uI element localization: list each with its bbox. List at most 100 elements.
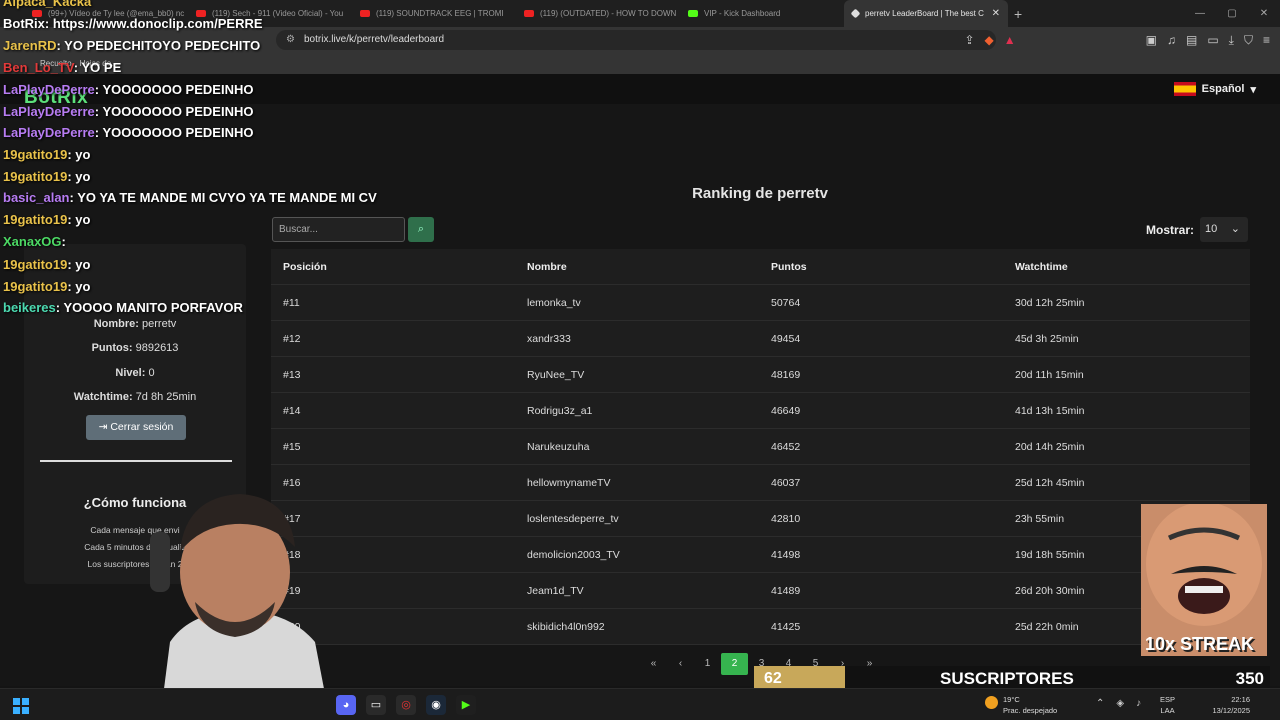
sidebar-toggle-icon[interactable]: ▣ [1146, 33, 1157, 47]
table-row: #11 lemonka_tv 50764 30d 12h 25min [271, 285, 1250, 321]
browser-tab-active[interactable]: perretv LeaderBoard | The best C ✕ [844, 0, 1008, 27]
youtube-icon [524, 10, 534, 17]
chat-text: : yo [67, 147, 91, 162]
name-cell: lemonka_tv [527, 297, 581, 309]
chat-message: 19gatito19: yo [3, 257, 90, 272]
kick-app-icon[interactable]: ▶ [456, 695, 476, 715]
chat-username: 19gatito19 [3, 169, 68, 184]
windows-start-icon[interactable] [13, 698, 29, 714]
share-icon[interactable]: ⇪ [964, 33, 974, 47]
weather-widget[interactable]: 19°C Prac. despejado [985, 694, 1057, 716]
chat-message: JarenRD: YO PEDECHITOYO PEDECHITO [3, 38, 260, 53]
column-header[interactable]: Nombre [527, 249, 567, 285]
table-row: #20skibidich4l0n9924142525d 22h 0min [271, 609, 1250, 645]
first-page-icon[interactable]: « [640, 653, 667, 675]
watchtime-cell: 19d 18h 55min [1015, 549, 1085, 561]
rewards-icon[interactable]: ▲ [1004, 33, 1016, 47]
page-link[interactable]: 1 [694, 653, 721, 675]
discord-icon[interactable]: ◕ [336, 695, 356, 715]
chat-username: basic_alan [3, 190, 70, 205]
points-cell: 41425 [771, 621, 801, 633]
search-button[interactable]: ⌕ [408, 217, 434, 242]
logout-icon: ⇥ [98, 421, 108, 433]
chat-message: 19gatito19: yo [3, 147, 90, 162]
chat-username: JarenRD [3, 38, 57, 53]
name-cell: demolicion2003_TV [527, 549, 620, 561]
points-cell: 46037 [771, 477, 801, 489]
page-link-current[interactable]: 2 [721, 653, 748, 675]
watchtime-cell: 25d 12h 45min [1015, 477, 1085, 489]
reader-icon[interactable]: ▤ [1186, 33, 1197, 47]
points-cell: 46452 [771, 441, 801, 453]
language-selector[interactable]: Español ▾ [1173, 82, 1256, 96]
prev-page-icon[interactable]: ‹ [667, 653, 694, 675]
chat-text: : YO PEDECHITOYO PEDECHITO [56, 38, 261, 53]
toolbar-icons: ⇪ ◆ ▲ ▣ ♫ ▤ ▭ ⤓ ⛉ ≡ [964, 27, 1270, 53]
new-tab-icon[interactable]: + [1014, 6, 1022, 22]
rank-cell: #12 [283, 333, 301, 345]
botrix-icon [850, 8, 861, 19]
chevron-up-icon[interactable]: ⌃ [1096, 698, 1104, 709]
streamer-webcam [150, 494, 330, 720]
kick-icon [688, 10, 698, 17]
chat-message: 19gatito19: yo [3, 212, 90, 227]
chat-message: basic_alan: YO YA TE MANDE MI CVYO YA TE… [3, 190, 377, 205]
show-label: Mostrar: [1146, 223, 1195, 237]
table-row: #15 Narukeuzuha 46452 20d 14h 25min [271, 429, 1250, 465]
chat-username: LaPlayDePerre [3, 104, 95, 119]
chat-username: BotRix [3, 16, 45, 31]
mic-icon[interactable]: ♪ [1136, 698, 1141, 709]
vpn-icon[interactable]: ⛉ [1244, 33, 1253, 48]
watchtime-cell: 20d 11h 15min [1015, 369, 1084, 381]
chat-username: Alpaca_Kacka [3, 0, 92, 9]
chat-message: XanaxOG: [3, 234, 66, 249]
clock[interactable]: 22:16 13/12/2025 [1212, 694, 1250, 716]
close-tab-icon[interactable]: ✕ [992, 8, 1000, 19]
table-row: #13 RyuNee_TV 48169 20d 11h 15min [271, 357, 1250, 393]
chevron-down-icon: ⌄ [1230, 223, 1240, 235]
music-icon[interactable]: ♫ [1167, 33, 1176, 47]
table-header: Posición Nombre Puntos Watchtime [271, 249, 1250, 285]
watchtime-cell: 41d 13h 15min [1015, 405, 1085, 417]
browser-tab[interactable]: (119) (OUTDATED) - HOW TO DOWN [516, 0, 680, 27]
points-cell: 41498 [771, 549, 801, 561]
wallet-icon[interactable]: ▭ [1207, 33, 1218, 47]
chat-username: LaPlayDePerre [3, 125, 95, 140]
chat-message: 19gatito19: yo [3, 279, 90, 294]
spain-flag-icon [1173, 82, 1196, 96]
watchtime-row: Watchtime: 7d 8h 25min [73, 391, 197, 403]
terminal-icon[interactable]: ▭ [366, 695, 386, 715]
maximize-icon[interactable]: ▢ [1216, 0, 1248, 27]
browser-tab[interactable]: (119) SOUNDTRACK EEG | TROMI [352, 0, 516, 27]
clock-date: 13/12/2025 [1212, 706, 1250, 715]
brave-shield-icon[interactable]: ◆ [985, 33, 994, 47]
watchtime-cell: 25d 22h 0min [1015, 621, 1079, 633]
table-row: #14 Rodrigu3z_a1 46649 41d 13h 15min [271, 393, 1250, 429]
minimize-icon[interactable]: — [1184, 0, 1216, 27]
input-language[interactable]: ESP LAA [1160, 694, 1175, 716]
browser-tab[interactable]: VIP - Kick Dashboard [680, 0, 844, 27]
chat-username: 19gatito19 [3, 212, 68, 227]
youtube-icon [360, 10, 370, 17]
close-window-icon[interactable]: ✕ [1248, 0, 1280, 27]
window-controls: — ▢ ✕ [1184, 0, 1280, 27]
rank-cell: #14 [283, 405, 301, 417]
app-tray-icon[interactable]: ◈ [1116, 698, 1124, 709]
search-icon: ⌕ [417, 223, 425, 235]
table-row: #18 demolicion2003_TV 41498 19d 18h 55min [271, 537, 1250, 573]
keyboard-layout: LAA [1160, 706, 1175, 715]
obs-icon[interactable]: ◎ [396, 695, 416, 715]
logout-button[interactable]: ⇥ Cerrar sesión [86, 415, 186, 440]
column-header[interactable]: Watchtime [1015, 249, 1068, 285]
points-row: Puntos: 9892613 [91, 342, 179, 354]
column-header[interactable]: Puntos [771, 249, 807, 285]
download-icon[interactable]: ⤓ [1229, 33, 1234, 48]
tab-title: perretv LeaderBoard | The best C [865, 9, 984, 18]
table-row: #12 xandr333 49454 45d 3h 25min [271, 321, 1250, 357]
menu-icon[interactable]: ≡ [1263, 33, 1270, 47]
page-size-select[interactable]: 10 ⌄ [1200, 217, 1248, 242]
watchtime-cell: 30d 12h 25min [1015, 297, 1085, 309]
url-field[interactable]: ⚙ botrix.live/k/perretv/leaderboard [276, 30, 996, 50]
steam-icon[interactable]: ◉ [426, 695, 446, 715]
rank-cell: #13 [283, 369, 301, 381]
